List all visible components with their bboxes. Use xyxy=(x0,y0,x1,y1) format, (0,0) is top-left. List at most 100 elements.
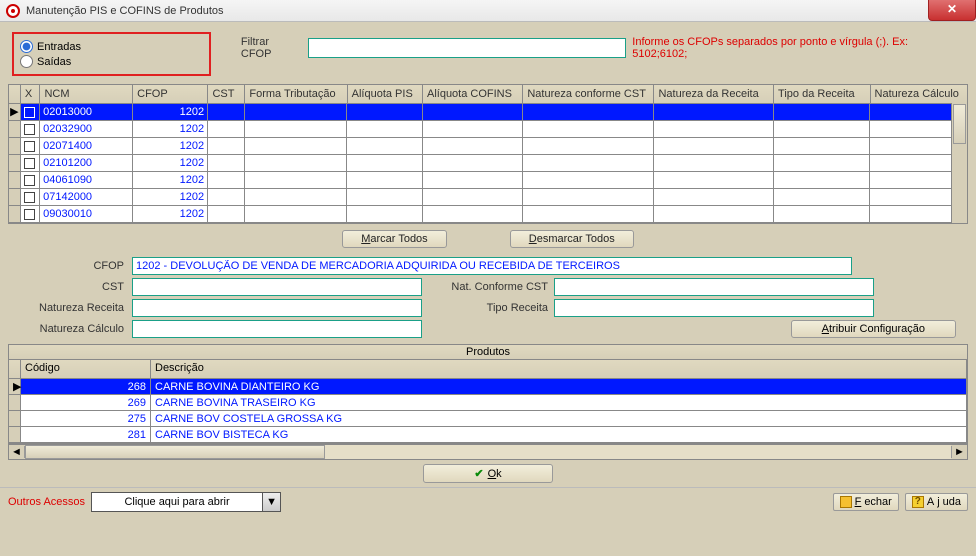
radio-entradas-row[interactable]: Entradas xyxy=(20,40,199,53)
grid-header: X NCM CFOP CST Forma Tributação Alíquota… xyxy=(9,85,967,104)
cell-cfop: 1202 xyxy=(133,104,208,121)
cst-label: CST xyxy=(20,281,126,293)
col-forma-tributacao[interactable]: Forma Tributação xyxy=(245,85,347,103)
table-row[interactable]: 071420001202 xyxy=(9,189,967,206)
cell-cfop: 1202 xyxy=(133,155,208,172)
cfop-input[interactable] xyxy=(132,257,852,275)
table-row[interactable]: 020714001202 xyxy=(9,138,967,155)
list-item[interactable]: 275CARNE BOV COSTELA GROSSA KG xyxy=(9,411,967,427)
bottom-bar: Outros Acessos Clique aqui para abrir ▼ … xyxy=(0,487,976,516)
nat-conforme-cst-input[interactable] xyxy=(554,278,874,296)
list-item[interactable]: 269CARNE BOVINA TRASEIRO KG xyxy=(9,395,967,411)
outros-acessos-combo[interactable]: Clique aqui para abrir ▼ xyxy=(91,492,281,512)
row-marker xyxy=(9,138,21,154)
combo-button[interactable]: ▼ xyxy=(262,493,280,511)
col-descricao[interactable]: Descrição xyxy=(151,360,967,378)
table-row[interactable]: 021012001202 xyxy=(9,155,967,172)
cell-descricao: CARNE BOV BISTECA KG xyxy=(151,427,967,442)
natureza-calculo-label: Natureza Cálculo xyxy=(20,323,126,335)
row-checkbox[interactable] xyxy=(21,104,41,121)
titlebar: Manutenção PIS e COFINS de Produtos ✕ xyxy=(0,0,976,22)
produtos-hscroll[interactable]: ◄ ► xyxy=(8,444,968,460)
filter-hint: Informe os CFOPs separados por ponto e v… xyxy=(632,36,964,60)
row-marker xyxy=(9,395,21,410)
desmarcar-todos-button[interactable]: Desmarcar Todos xyxy=(510,230,634,248)
col-aliquota-pis[interactable]: Alíquota PIS xyxy=(348,85,423,103)
grid-scrollbar[interactable] xyxy=(951,103,967,223)
hscroll-right-icon[interactable]: ► xyxy=(951,446,967,458)
natureza-receita-label: Natureza Receita xyxy=(20,302,126,314)
col-aliquota-cofins[interactable]: Alíquota COFINS xyxy=(423,85,523,103)
cell-cfop: 1202 xyxy=(133,206,208,223)
ajuda-button[interactable]: Ajuda xyxy=(905,493,968,511)
cell-descricao: CARNE BOV COSTELA GROSSA KG xyxy=(151,411,967,426)
row-marker xyxy=(9,411,21,426)
grid-scrollbar-thumb[interactable] xyxy=(953,104,966,144)
hscroll-left-icon[interactable]: ◄ xyxy=(9,446,25,458)
radio-entradas[interactable] xyxy=(20,40,33,53)
col-tipo-receita[interactable]: Tipo da Receita xyxy=(774,85,871,103)
cell-cfop: 1202 xyxy=(133,189,208,206)
produtos-grid[interactable]: Código Descrição ▶268CARNE BOVINA DIANTE… xyxy=(8,360,968,444)
cell-ncm: 09030010 xyxy=(40,206,133,223)
col-cst[interactable]: CST xyxy=(208,85,245,103)
radio-saidas-row[interactable]: Saídas xyxy=(20,55,199,68)
filter-cfop-label: Filtrar CFOP xyxy=(241,36,302,60)
radio-saidas[interactable] xyxy=(20,55,33,68)
col-natureza-receita[interactable]: Natureza da Receita xyxy=(654,85,774,103)
row-checkbox[interactable] xyxy=(21,189,41,206)
cell-descricao: CARNE BOVINA DIANTEIRO KG xyxy=(151,379,967,394)
cell-ncm: 02032900 xyxy=(40,121,133,138)
natureza-receita-input[interactable] xyxy=(132,299,422,317)
table-row[interactable]: 040610901202 xyxy=(9,172,967,189)
cell-cfop: 1202 xyxy=(133,121,208,138)
col-x[interactable]: X xyxy=(21,85,41,103)
table-row[interactable]: 020329001202 xyxy=(9,121,967,138)
close-button[interactable]: ✕ xyxy=(928,0,976,21)
table-row[interactable]: ▶020130001202 xyxy=(9,104,967,121)
cell-descricao: CARNE BOVINA TRASEIRO KG xyxy=(151,395,967,410)
help-icon xyxy=(912,496,924,508)
window-title: Manutenção PIS e COFINS de Produtos xyxy=(26,5,970,17)
main-grid[interactable]: X NCM CFOP CST Forma Tributação Alíquota… xyxy=(8,84,968,224)
tipo-receita-input[interactable] xyxy=(554,299,874,317)
cell-codigo: 268 xyxy=(21,379,151,394)
list-item[interactable]: ▶268CARNE BOVINA DIANTEIRO KG xyxy=(9,379,967,395)
col-codigo[interactable]: Código xyxy=(21,360,151,378)
cell-ncm: 02071400 xyxy=(40,138,133,155)
col-cfop[interactable]: CFOP xyxy=(133,85,208,103)
row-checkbox[interactable] xyxy=(21,206,41,223)
combo-text: Clique aqui para abrir xyxy=(92,493,262,511)
row-marker: ▶ xyxy=(9,104,21,120)
marcar-todos-button[interactable]: Marcar Todos xyxy=(342,230,446,248)
cst-input[interactable] xyxy=(132,278,422,296)
row-checkbox[interactable] xyxy=(21,121,41,138)
col-natureza-cst[interactable]: Natureza conforme CST xyxy=(523,85,654,103)
cfop-label: CFOP xyxy=(20,260,126,272)
filter-cfop-input[interactable] xyxy=(308,38,626,58)
mid-buttons: Marcar Todos Desmarcar Todos xyxy=(0,224,976,254)
produtos-header: Código Descrição xyxy=(9,360,967,379)
row-checkbox[interactable] xyxy=(21,172,41,189)
hscroll-thumb[interactable] xyxy=(25,445,325,459)
nat-conforme-cst-label: Nat. Conforme CST xyxy=(428,281,548,293)
cell-ncm: 02101200 xyxy=(40,155,133,172)
door-icon xyxy=(840,496,852,508)
tipo-receita-label: Tipo Receita xyxy=(428,302,548,314)
fechar-button[interactable]: Fechar xyxy=(833,493,899,511)
row-checkbox[interactable] xyxy=(21,138,41,155)
filter-type-box: Entradas Saídas xyxy=(12,32,211,76)
filter-cfop-row: Filtrar CFOP Informe os CFOPs separados … xyxy=(241,36,964,60)
row-checkbox[interactable] xyxy=(21,155,41,172)
cell-ncm: 04061090 xyxy=(40,172,133,189)
list-item[interactable]: 281CARNE BOV BISTECA KG xyxy=(9,427,967,443)
col-natureza-calculo[interactable]: Natureza Cálculo xyxy=(871,85,967,103)
col-ncm[interactable]: NCM xyxy=(40,85,133,103)
produtos-title: Produtos xyxy=(8,344,968,360)
table-row[interactable]: 090300101202 xyxy=(9,206,967,223)
atribuir-config-button[interactable]: Atribuir Configuração xyxy=(791,320,956,338)
ok-button[interactable]: ✔Ok xyxy=(423,464,552,483)
row-marker xyxy=(9,121,21,137)
natureza-calculo-input[interactable] xyxy=(132,320,422,338)
row-marker: ▶ xyxy=(9,379,21,394)
